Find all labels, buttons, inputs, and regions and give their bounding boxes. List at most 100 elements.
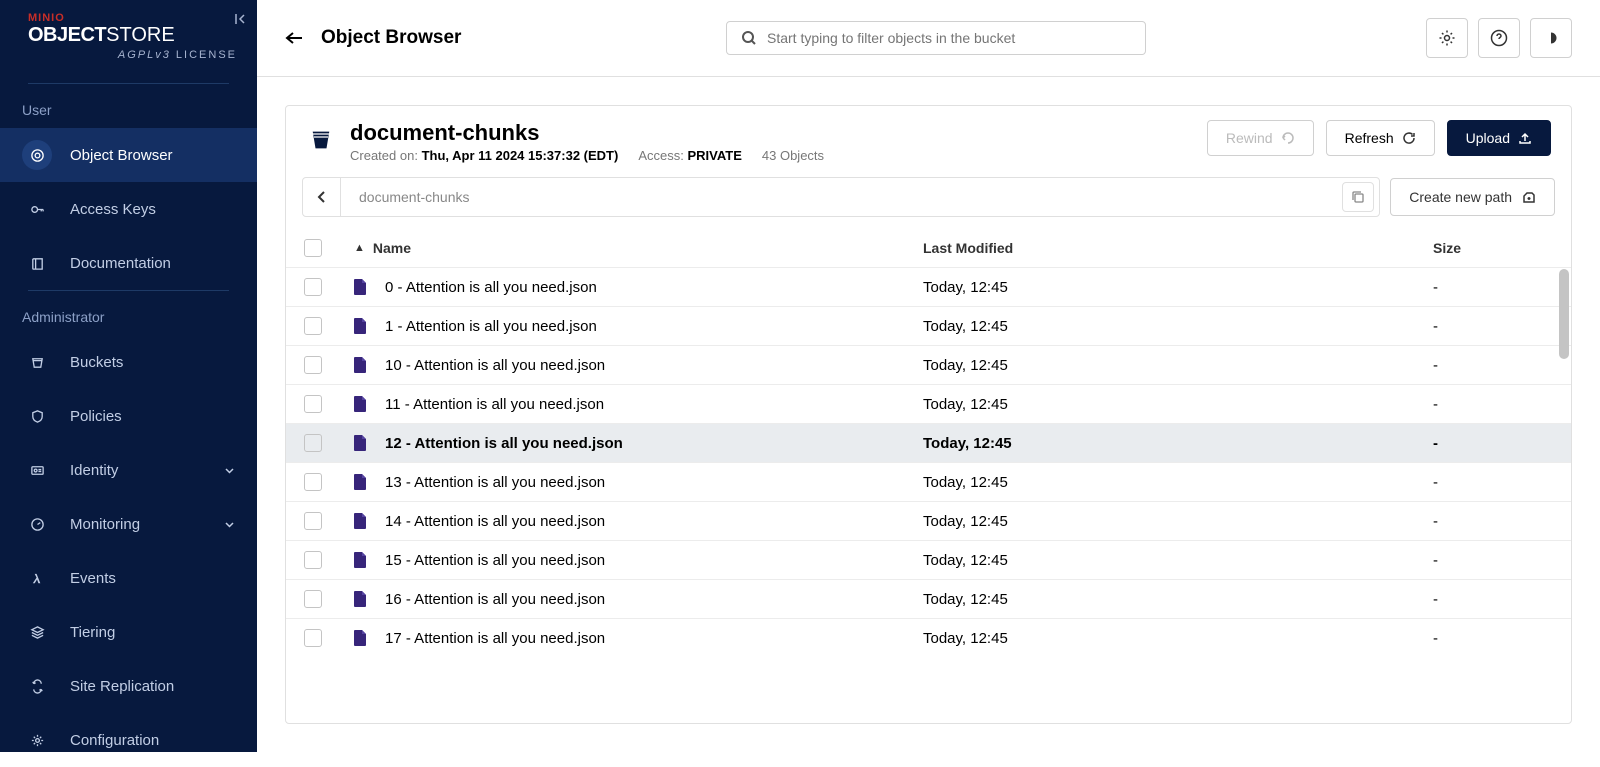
- sidebar-item-buckets[interactable]: Buckets: [0, 335, 257, 389]
- breadcrumb-back-button[interactable]: [303, 178, 341, 216]
- table-row[interactable]: 15 - Attention is all you need.jsonToday…: [286, 540, 1571, 579]
- select-all-cell[interactable]: [304, 239, 354, 257]
- table-row[interactable]: 13 - Attention is all you need.jsonToday…: [286, 462, 1571, 501]
- last-modified-cell: Today, 12:45: [923, 357, 1433, 374]
- row-checkbox[interactable]: [304, 629, 322, 647]
- file-name: 15 - Attention is all you need.json: [385, 552, 605, 569]
- file-name-cell[interactable]: 0 - Attention is all you need.json: [354, 279, 923, 296]
- sidebar-item-monitoring[interactable]: Monitoring: [0, 497, 257, 551]
- settings-button[interactable]: [1426, 18, 1468, 58]
- col-name[interactable]: ▲ Name: [354, 240, 923, 256]
- file-name-cell[interactable]: 17 - Attention is all you need.json: [354, 630, 923, 647]
- file-name: 13 - Attention is all you need.json: [385, 474, 605, 491]
- row-checkbox[interactable]: [304, 395, 322, 413]
- sidebar-item-policies[interactable]: Policies: [0, 389, 257, 443]
- row-checkbox[interactable]: [304, 551, 322, 569]
- row-checkbox[interactable]: [304, 590, 322, 608]
- row-checkbox-cell[interactable]: [304, 590, 354, 608]
- row-checkbox-cell[interactable]: [304, 356, 354, 374]
- file-name: 16 - Attention is all you need.json: [385, 591, 605, 608]
- row-checkbox-cell[interactable]: [304, 512, 354, 530]
- sidebar-item-label: Buckets: [70, 354, 123, 371]
- table-row[interactable]: 16 - Attention is all you need.json Today…: [286, 579, 1571, 618]
- file-name-cell[interactable]: 11 - Attention is all you need.json: [354, 396, 923, 413]
- bucket-icon: [306, 124, 336, 154]
- create-path-button[interactable]: Create new path: [1390, 178, 1555, 216]
- last-modified-cell: Today, 12:45: [923, 630, 1433, 647]
- row-checkbox-cell[interactable]: [304, 473, 354, 491]
- sidebar-item-access-keys[interactable]: Access Keys: [0, 182, 257, 236]
- help-button[interactable]: [1478, 18, 1520, 58]
- file-name-cell[interactable]: 1 - Attention is all you need.json: [354, 318, 923, 335]
- collapse-sidebar-icon[interactable]: [233, 12, 247, 26]
- upload-button[interactable]: Upload: [1447, 120, 1551, 156]
- sidebar-item-label: Monitoring: [70, 516, 140, 533]
- row-checkbox[interactable]: [304, 434, 322, 452]
- scrollbar-thumb[interactable]: [1559, 269, 1569, 359]
- row-checkbox[interactable]: [304, 317, 322, 335]
- sidebar-item-identity[interactable]: Identity: [0, 443, 257, 497]
- row-checkbox-cell[interactable]: [304, 278, 354, 296]
- row-checkbox-cell[interactable]: [304, 395, 354, 413]
- last-modified-cell: Today, 12:45: [923, 591, 1433, 608]
- select-all-checkbox[interactable]: [304, 239, 322, 257]
- size-cell: -: [1433, 318, 1553, 335]
- table-row[interactable]: 12 - Attention is all you need.jsonToday…: [286, 423, 1571, 462]
- search-icon: [741, 30, 757, 46]
- breadcrumb-box: document-chunks: [302, 177, 1380, 217]
- table-row[interactable]: 17 - Attention is all you need.json Today…: [286, 618, 1571, 657]
- bucket-meta: Created on: Thu, Apr 11 2024 15:37:32 (E…: [350, 148, 1193, 163]
- sidebar-item-tiering[interactable]: Tiering: [0, 605, 257, 659]
- row-checkbox-cell[interactable]: [304, 629, 354, 647]
- topbar: Object Browser: [257, 0, 1600, 77]
- col-last-modified[interactable]: Last Modified: [923, 240, 1433, 256]
- table-row[interactable]: 11 - Attention is all you need.jsonToday…: [286, 384, 1571, 423]
- sidebar-item-configuration[interactable]: Configuration: [0, 713, 257, 767]
- table-row[interactable]: 0 - Attention is all you need.jsonToday,…: [286, 267, 1571, 306]
- file-icon: [354, 474, 367, 490]
- monitor-icon: [22, 509, 52, 539]
- table-row[interactable]: 14 - Attention is all you need.jsonToday…: [286, 501, 1571, 540]
- sidebar: MINIO OBJECTSTORE AGPLv3 LICENSE UserObj…: [0, 0, 257, 752]
- row-checkbox-cell[interactable]: [304, 434, 354, 452]
- row-checkbox[interactable]: [304, 356, 322, 374]
- row-checkbox-cell[interactable]: [304, 317, 354, 335]
- sidebar-item-documentation[interactable]: Documentation: [0, 236, 257, 290]
- last-modified-cell: Today, 12:45: [923, 318, 1433, 335]
- theme-toggle-button[interactable]: [1530, 18, 1572, 58]
- sidebar-item-site-replication[interactable]: Site Replication: [0, 659, 257, 713]
- topbar-buttons: [1426, 18, 1572, 58]
- row-checkbox[interactable]: [304, 278, 322, 296]
- panel-header: document-chunks Created on: Thu, Apr 11 …: [286, 106, 1571, 177]
- col-size[interactable]: Size: [1433, 240, 1553, 256]
- file-name-cell[interactable]: 10 - Attention is all you need.json: [354, 357, 923, 374]
- back-arrow-icon[interactable]: [285, 31, 303, 45]
- rewind-button[interactable]: Rewind: [1207, 120, 1314, 156]
- file-name-cell[interactable]: 13 - Attention is all you need.json: [354, 474, 923, 491]
- file-name: 1 - Attention is all you need.json: [385, 318, 597, 335]
- copy-path-button[interactable]: [1342, 182, 1374, 212]
- file-icon: [354, 357, 367, 373]
- file-name-cell[interactable]: 12 - Attention is all you need.json: [354, 435, 923, 452]
- object-table: ▲ Name Last Modified Size 0 - Attention …: [286, 229, 1571, 723]
- search-box[interactable]: [726, 21, 1146, 55]
- table-row[interactable]: 1 - Attention is all you need.json Today,…: [286, 306, 1571, 345]
- file-name-cell[interactable]: 15 - Attention is all you need.json: [354, 552, 923, 569]
- search-input[interactable]: [767, 30, 1131, 46]
- last-modified-cell: Today, 12:45: [923, 435, 1433, 452]
- file-name: 14 - Attention is all you need.json: [385, 513, 605, 530]
- row-checkbox-cell[interactable]: [304, 551, 354, 569]
- sidebar-item-object-browser[interactable]: Object Browser: [0, 128, 257, 182]
- table-body[interactable]: 0 - Attention is all you need.json Today,…: [286, 267, 1571, 721]
- sidebar-item-events[interactable]: Events: [0, 551, 257, 605]
- breadcrumb-row: document-chunks Create new path: [286, 177, 1571, 229]
- file-name-cell[interactable]: 16 - Attention is all you need.json: [354, 591, 923, 608]
- row-checkbox[interactable]: [304, 512, 322, 530]
- refresh-button[interactable]: Refresh: [1326, 120, 1435, 156]
- bucket-icon: [22, 347, 52, 377]
- table-row[interactable]: 10 - Attention is all you need.jsonToday…: [286, 345, 1571, 384]
- row-checkbox[interactable]: [304, 473, 322, 491]
- file-name-cell[interactable]: 14 - Attention is all you need.json: [354, 513, 923, 530]
- file-name: 17 - Attention is all you need.json: [385, 630, 605, 647]
- bucket-info: document-chunks Created on: Thu, Apr 11 …: [350, 120, 1193, 163]
